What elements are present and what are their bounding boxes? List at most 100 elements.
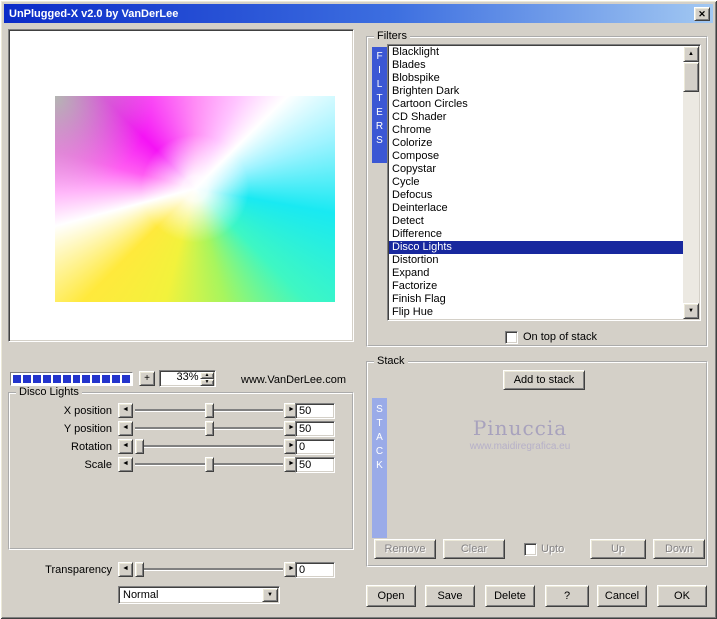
ok-button[interactable]: OK (657, 585, 707, 607)
preview-panel[interactable] (8, 29, 354, 342)
slider-track[interactable] (135, 457, 283, 472)
slider-value-input[interactable] (295, 457, 335, 473)
progress-segment (13, 375, 21, 383)
filter-item[interactable]: Distortion (389, 254, 683, 267)
stack-group: Stack (366, 361, 708, 567)
open-button[interactable]: Open (366, 585, 416, 607)
filter-item[interactable]: Blades (389, 59, 683, 72)
params-group-label: Disco Lights (16, 386, 82, 398)
progress-segment (102, 375, 110, 383)
arrow-right-icon: ► (288, 439, 295, 452)
vendor-website-link[interactable]: www.VanDerLee.com (216, 374, 346, 386)
slider-value-input[interactable] (295, 562, 335, 578)
filters-scrollbar[interactable]: ▲ ▼ (683, 46, 699, 319)
scroll-down-button[interactable]: ▼ (683, 303, 699, 319)
scroll-up-button[interactable]: ▲ (683, 46, 699, 62)
slider-track[interactable] (135, 403, 283, 418)
slider-thumb[interactable] (205, 457, 214, 472)
filter-item[interactable]: Factorize (389, 280, 683, 293)
watermark-title: Pinuccia (400, 416, 640, 440)
filter-item[interactable]: Compose (389, 150, 683, 163)
zoom-spin-up-button[interactable]: ▲ (200, 372, 214, 379)
progress-segment (23, 375, 31, 383)
arrow-up-icon: ▲ (688, 51, 694, 57)
filter-item[interactable]: Difference (389, 228, 683, 241)
slider-value-input[interactable] (295, 421, 335, 437)
stack-down-button[interactable]: Down (653, 539, 705, 559)
progress-bar (10, 372, 133, 386)
slider-track[interactable] (135, 421, 283, 436)
slider-track[interactable] (135, 439, 283, 454)
filter-item[interactable]: Colorize (389, 137, 683, 150)
title-bar[interactable]: UnPlugged-X v2.0 by VanDerLee ✕ (4, 4, 713, 23)
filter-item[interactable]: Blacklight (389, 46, 683, 59)
slider-row-rotation: Rotation ◄ ► (8, 439, 340, 455)
zoom-spin-down-button[interactable]: ▼ (200, 379, 214, 386)
progress-segment (122, 375, 130, 383)
slider-row-scale: Scale ◄ ► (8, 457, 340, 473)
filter-item[interactable]: Disco Lights (389, 241, 683, 254)
slider-decrease-button[interactable]: ◄ (118, 421, 133, 436)
filter-item[interactable]: Cycle (389, 176, 683, 189)
chevron-down-icon: ▼ (267, 592, 273, 598)
blend-mode-dropdown-button[interactable]: ▼ (262, 588, 278, 602)
filter-item[interactable]: Brighten Dark (389, 85, 683, 98)
plus-icon: + (144, 372, 150, 385)
filters-list: BlacklightBladesBlobspikeBrighten DarkCa… (389, 46, 683, 321)
filters-listbox[interactable]: BlacklightBladesBlobspikeBrighten DarkCa… (387, 44, 701, 321)
slider-row-x-position: X position ◄ ► (8, 403, 340, 419)
filter-item[interactable]: Blobspike (389, 72, 683, 85)
filter-item[interactable]: Flip Intensity (389, 319, 683, 321)
blend-mode-select[interactable]: Normal ▼ (118, 586, 280, 604)
filter-item[interactable]: Flip Hue (389, 306, 683, 319)
arrow-down-icon: ▼ (688, 308, 694, 314)
slider-value-input[interactable] (295, 403, 335, 419)
progress-segment (73, 375, 81, 383)
filter-item[interactable]: Cartoon Circles (389, 98, 683, 111)
filter-item[interactable]: Expand (389, 267, 683, 280)
arrow-right-icon: ► (288, 403, 295, 416)
stack-up-button[interactable]: Up (590, 539, 646, 559)
on-top-checkbox[interactable] (505, 331, 518, 344)
slider-thumb[interactable] (205, 403, 214, 418)
arrow-left-icon: ◄ (122, 403, 129, 416)
arrow-right-icon: ► (288, 457, 295, 470)
save-button[interactable]: Save (425, 585, 475, 607)
filter-item[interactable]: CD Shader (389, 111, 683, 124)
stack-clear-button[interactable]: Clear (443, 539, 505, 559)
filter-item[interactable]: Defocus (389, 189, 683, 202)
help-button[interactable]: ? (545, 585, 589, 607)
arrow-left-icon: ◄ (122, 421, 129, 434)
slider-thumb[interactable] (205, 421, 214, 436)
slider-decrease-button[interactable]: ◄ (118, 457, 133, 472)
filter-item[interactable]: Chrome (389, 124, 683, 137)
slider-thumb[interactable] (135, 562, 144, 577)
window-title: UnPlugged-X v2.0 by VanDerLee (9, 8, 694, 20)
stack-remove-button[interactable]: Remove (374, 539, 436, 559)
slider-decrease-button[interactable]: ◄ (118, 439, 133, 454)
scrollbar-thumb[interactable] (683, 62, 699, 92)
slider-decrease-button[interactable]: ◄ (118, 562, 133, 577)
arrow-left-icon: ◄ (122, 457, 129, 470)
arrow-left-icon: ◄ (122, 562, 129, 575)
zoom-in-button[interactable]: + (139, 371, 155, 386)
filter-item[interactable]: Copystar (389, 163, 683, 176)
dialog-window: UnPlugged-X v2.0 by VanDerLee ✕ + 33% ▲ … (0, 0, 717, 619)
slider-value-input[interactable] (295, 439, 335, 455)
filter-item[interactable]: Detect (389, 215, 683, 228)
upto-checkbox[interactable] (524, 543, 537, 556)
slider-label: Y position (8, 423, 112, 435)
add-to-stack-button[interactable]: Add to stack (503, 370, 585, 390)
slider-thumb[interactable] (135, 439, 144, 454)
filter-item[interactable]: Finish Flag (389, 293, 683, 306)
close-button[interactable]: ✕ (694, 7, 710, 21)
arrow-right-icon: ► (288, 562, 295, 575)
slider-label: Transparency (8, 564, 112, 576)
zoom-control[interactable]: 33% ▲ ▼ (159, 370, 216, 387)
preview-image[interactable] (55, 96, 335, 302)
filter-item[interactable]: Deinterlace (389, 202, 683, 215)
delete-button[interactable]: Delete (485, 585, 535, 607)
slider-decrease-button[interactable]: ◄ (118, 403, 133, 418)
cancel-button[interactable]: Cancel (597, 585, 647, 607)
slider-track[interactable] (135, 562, 283, 577)
